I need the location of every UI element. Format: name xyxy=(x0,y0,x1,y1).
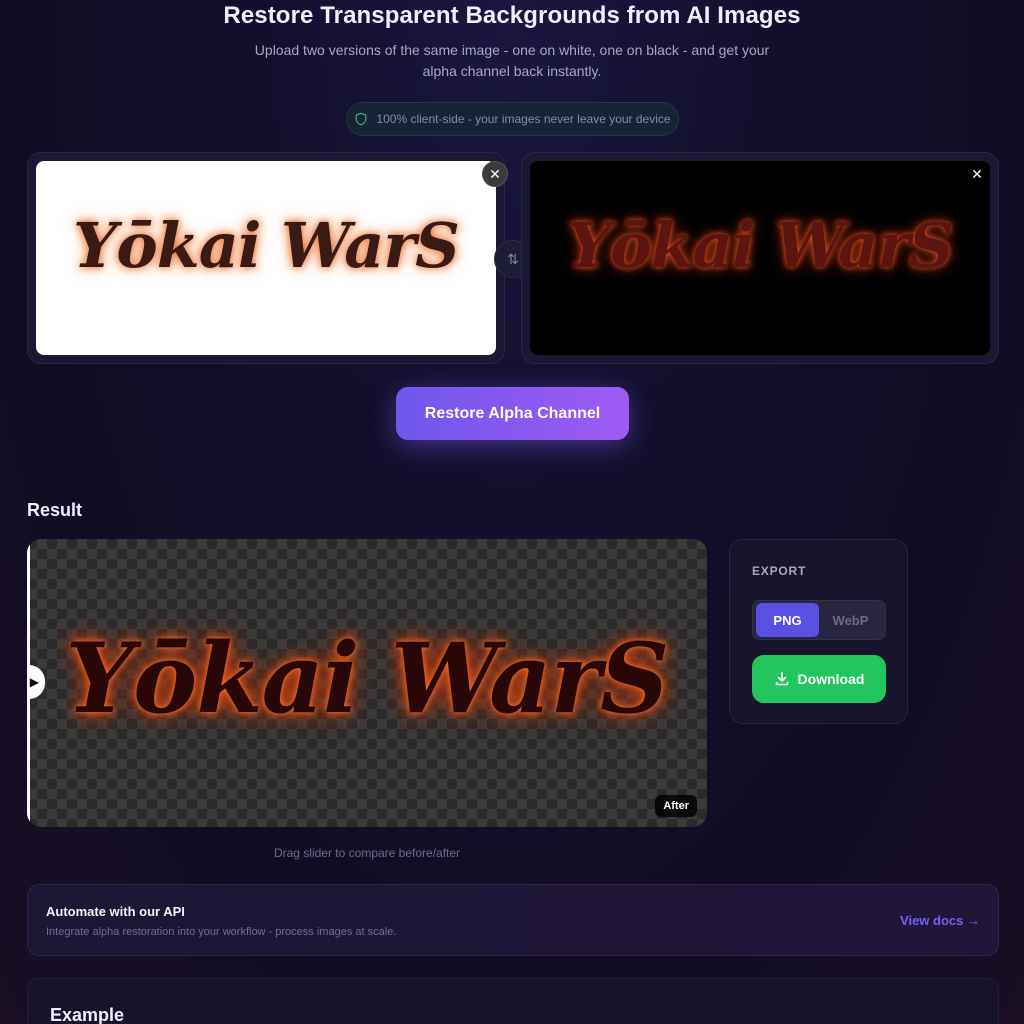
api-title: Automate with our API xyxy=(46,904,185,919)
api-promo-card: Automate with our API Integrate alpha re… xyxy=(27,884,999,956)
white-background-preview: Yōkai WarS xyxy=(36,161,496,355)
remove-black-image-button[interactable]: ✕ xyxy=(964,161,990,187)
download-label: Download xyxy=(797,671,865,687)
example-section: Example xyxy=(27,978,999,1024)
page-subtitle: Upload two versions of the same image - … xyxy=(254,42,770,79)
page-title: Restore Transparent Backgrounds from AI … xyxy=(223,2,801,29)
export-panel: EXPORT PNG WebP Download xyxy=(729,539,908,724)
play-icon: ▶ xyxy=(29,675,39,689)
compare-slider-handle[interactable]: ▶ xyxy=(27,665,45,699)
shield-icon xyxy=(355,112,367,126)
format-toggle: PNG WebP xyxy=(752,600,886,640)
swap-icon: ⇅ xyxy=(507,250,519,267)
export-label: EXPORT xyxy=(752,564,807,578)
close-icon: ✕ xyxy=(489,165,501,182)
privacy-badge-text: 100% client-side - your images never lea… xyxy=(376,112,671,126)
format-png-option[interactable]: PNG xyxy=(756,603,819,637)
download-icon xyxy=(775,672,788,686)
view-docs-link[interactable]: View docs → xyxy=(900,913,980,928)
remove-white-image-button[interactable]: ✕ xyxy=(482,161,508,187)
result-compare-view[interactable]: Yōkai WarS ▶ After xyxy=(27,539,707,827)
result-heading: Result xyxy=(27,500,83,520)
white-preview-logo: Yōkai WarS xyxy=(73,208,460,282)
upload-black-card[interactable]: Yōkai WarS ✕ xyxy=(521,152,999,364)
result-logo: Yōkai WarS xyxy=(65,621,670,735)
example-title: Example xyxy=(50,1005,125,1024)
close-icon: ✕ xyxy=(971,165,983,182)
api-description: Integrate alpha restoration into your wo… xyxy=(46,926,397,938)
black-preview-logo: Yōkai WarS xyxy=(567,208,954,282)
black-background-preview: Yōkai WarS xyxy=(530,161,990,355)
format-webp-option[interactable]: WebP xyxy=(819,603,882,637)
download-button[interactable]: Download xyxy=(752,655,886,703)
restore-alpha-button[interactable]: Restore Alpha Channel xyxy=(396,387,629,440)
after-badge: After xyxy=(655,795,697,817)
slider-hint: Drag slider to compare before/after xyxy=(273,846,461,860)
privacy-badge: 100% client-side - your images never lea… xyxy=(346,102,679,136)
upload-white-card[interactable]: Yōkai WarS ✕ xyxy=(27,152,508,364)
